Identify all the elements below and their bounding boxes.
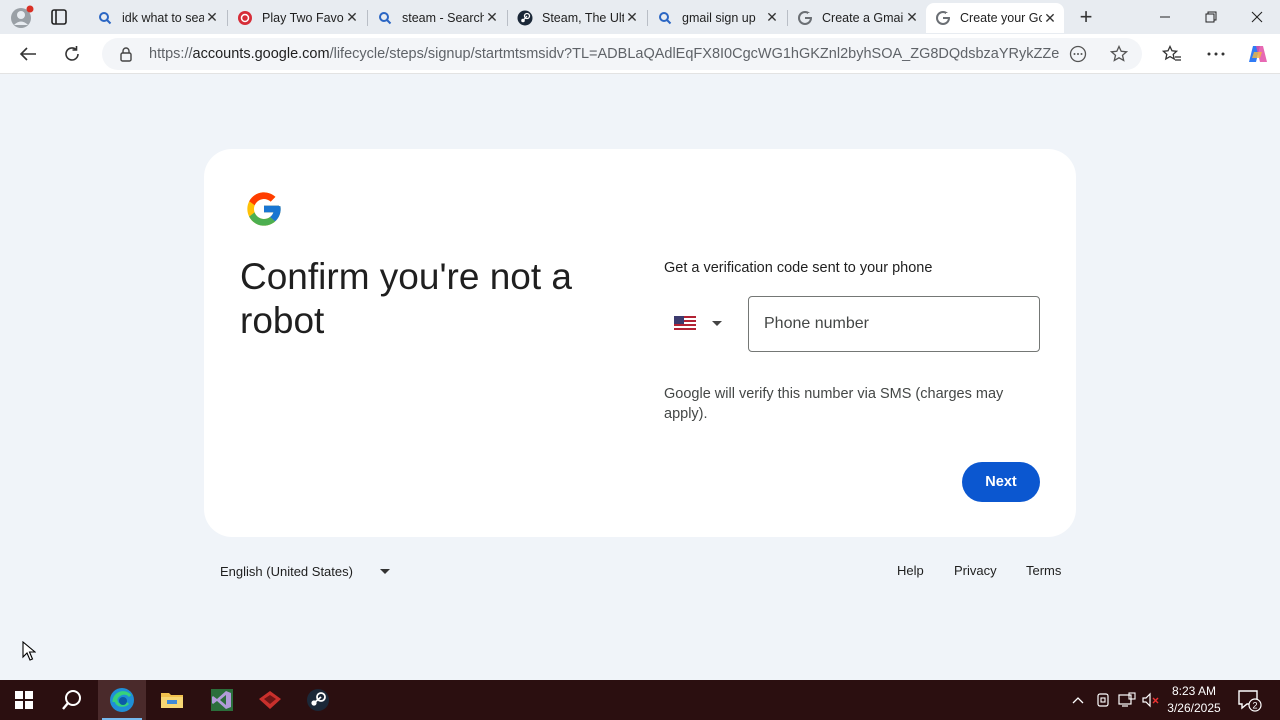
- favorites-icon[interactable]: [1157, 40, 1187, 68]
- search-icon[interactable]: [48, 680, 96, 720]
- steam-icon[interactable]: [294, 680, 342, 720]
- taskbar: 8:23 AM 3/26/2025 2: [0, 680, 1280, 720]
- close-tab-icon[interactable]: ✕: [624, 9, 640, 26]
- country-code-selector[interactable]: [674, 310, 734, 336]
- close-tab-icon[interactable]: ✕: [764, 9, 780, 26]
- close-tab-icon[interactable]: ✕: [904, 9, 920, 26]
- file-explorer-icon[interactable]: [148, 680, 196, 720]
- tab-title: Steam, The Ultimate: [542, 10, 624, 25]
- clock-date: 3/26/2025: [1167, 701, 1221, 715]
- lock-icon[interactable]: [118, 46, 134, 62]
- terms-link[interactable]: Terms: [1026, 563, 1061, 578]
- search-icon: [376, 9, 394, 27]
- sms-notice: Google will verify this number via SMS (…: [664, 386, 1004, 422]
- tab-title: gmail sign up: [682, 10, 756, 25]
- clock-time: 8:23 AM: [1171, 684, 1217, 698]
- phone-number-input[interactable]: [748, 296, 1040, 352]
- address-bar[interactable]: https://accounts.google.com/lifecycle/st…: [102, 38, 1142, 70]
- tab-4[interactable]: Steam, The Ultimate ✕: [508, 4, 646, 31]
- url-path: /lifecycle/steps/signup/startmtsmsidv?TL…: [329, 46, 1059, 62]
- system-clock[interactable]: 8:23 AM 3/26/2025: [1158, 683, 1230, 717]
- tab-title: Create your Google: [960, 11, 1042, 25]
- tab-3[interactable]: steam - Search ✕: [368, 4, 506, 31]
- taskbar-edge[interactable]: [98, 680, 146, 720]
- tab-title: steam - Search: [402, 10, 484, 25]
- chevron-up-icon[interactable]: [1068, 690, 1088, 710]
- tab-1[interactable]: idk what to search ✕: [88, 4, 226, 31]
- visual-studio-icon[interactable]: [198, 680, 246, 720]
- us-flag-icon: [674, 316, 696, 330]
- back-arrow-icon[interactable]: [13, 40, 43, 68]
- reload-icon[interactable]: [57, 40, 87, 68]
- tab-actions-icon[interactable]: [48, 7, 70, 27]
- profile-avatar-icon[interactable]: [8, 5, 34, 29]
- close-tab-icon[interactable]: ✕: [484, 9, 500, 26]
- tab-7-active[interactable]: Create your Google ✕: [926, 3, 1064, 33]
- mouse-cursor-icon: [22, 641, 36, 661]
- google-g-icon: [796, 9, 814, 27]
- more-options-circle-icon[interactable]: [1068, 44, 1088, 64]
- notification-count: 2: [1252, 701, 1257, 711]
- close-window-icon[interactable]: [1234, 0, 1280, 34]
- restore-icon[interactable]: [1188, 0, 1234, 34]
- search-icon: [96, 9, 114, 27]
- url-text[interactable]: https://accounts.google.com/lifecycle/st…: [149, 46, 1059, 62]
- language-label: English (United States): [220, 563, 353, 579]
- tab-title: Play Two Favorites: [262, 10, 344, 25]
- tab-6[interactable]: Create a Gmail ✕: [788, 4, 926, 31]
- google-logo-icon: [247, 192, 281, 226]
- meet-now-icon[interactable]: [1093, 690, 1113, 710]
- verification-prompt: Get a verification code sent to your pho…: [664, 260, 933, 276]
- windows-start-icon[interactable]: [0, 680, 48, 720]
- red-app-icon[interactable]: [246, 680, 294, 720]
- next-button[interactable]: Next: [962, 462, 1040, 502]
- language-selector[interactable]: English (United States): [220, 561, 390, 581]
- page-title: Confirm you're not a robot: [240, 256, 572, 341]
- copilot-icon[interactable]: [1243, 40, 1273, 68]
- google-g-icon: [934, 9, 952, 27]
- tab-2[interactable]: Play Two Favorites ✕: [228, 4, 366, 31]
- red-circle-icon: [236, 9, 254, 27]
- page-body: Confirm you're not a robot Get a verific…: [4, 75, 1276, 677]
- chevron-down-icon: [712, 320, 722, 326]
- tab-title: Create a Gmail: [822, 10, 904, 25]
- new-tab-icon[interactable]: +: [1074, 4, 1098, 29]
- tab-title: idk what to search: [122, 10, 204, 25]
- tab-strip: idk what to search ✕ Play Two Favorites …: [0, 0, 1280, 34]
- settings-more-icon[interactable]: [1201, 40, 1231, 68]
- url-scheme: https://: [149, 46, 193, 62]
- privacy-link[interactable]: Privacy: [954, 563, 997, 578]
- url-host: accounts.google.com: [192, 46, 330, 62]
- chevron-down-icon: [380, 568, 390, 574]
- search-icon: [656, 9, 674, 27]
- close-tab-icon[interactable]: ✕: [344, 9, 360, 26]
- steam-icon: [516, 9, 534, 27]
- favorite-star-icon[interactable]: [1109, 44, 1129, 64]
- minimize-icon[interactable]: [1142, 0, 1188, 34]
- edge-icon: [110, 688, 134, 712]
- close-tab-icon[interactable]: ✕: [1042, 10, 1058, 26]
- close-tab-icon[interactable]: ✕: [204, 9, 220, 26]
- network-icon[interactable]: [1117, 690, 1137, 710]
- signup-card: Confirm you're not a robot Get a verific…: [204, 149, 1076, 537]
- tab-5[interactable]: gmail sign up ✕: [648, 4, 786, 31]
- browser-toolbar: https://accounts.google.com/lifecycle/st…: [0, 34, 1280, 74]
- notification-center-icon[interactable]: 2: [1236, 688, 1262, 712]
- help-link[interactable]: Help: [897, 563, 924, 578]
